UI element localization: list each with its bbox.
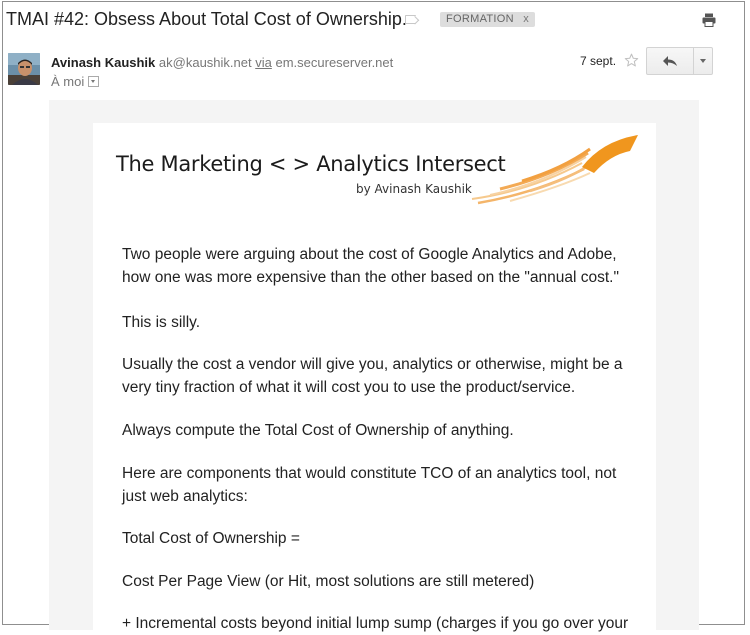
body-paragraph: Always compute the Total Cost of Ownersh… — [122, 422, 514, 439]
email-date: 7 sept. — [580, 54, 617, 68]
body-paragraph: Here are components that would constitut… — [122, 462, 642, 508]
sender-line: Avinash Kaushik ak@kaushik.net via em.se… — [51, 55, 393, 70]
caret-down-icon[interactable] — [88, 76, 100, 88]
body-text-line: very tiny fraction of what it will cost … — [122, 379, 576, 396]
newsletter-logo-swoosh — [471, 135, 638, 205]
recipient-line: À moi — [51, 74, 100, 89]
reply-button[interactable] — [647, 48, 693, 74]
label-chip-text: FORMATION — [446, 13, 514, 25]
star-outline-icon[interactable] — [624, 53, 639, 68]
reply-button-group — [646, 47, 713, 75]
body-paragraph: This is silly. — [122, 314, 201, 331]
reply-arrow-icon — [663, 56, 677, 66]
body-paragraph: Two people were arguing about the cost o… — [122, 243, 642, 289]
printer-icon[interactable] — [702, 13, 716, 27]
sender-email: ak@kaushik.net — [158, 55, 252, 70]
label-outline-icon[interactable] — [405, 15, 416, 24]
more-actions-button[interactable] — [694, 48, 713, 74]
body-text-line: how one was more expensive than the othe… — [122, 269, 619, 286]
body-paragraph: Usually the cost a vendor will give you,… — [122, 353, 642, 399]
via-domain: em.secureserver.net — [275, 55, 394, 70]
newsletter-byline: by Avinash Kaushik — [356, 182, 472, 196]
recipient-text: À moi — [51, 74, 85, 89]
newsletter-title: The Marketing < > Analytics Intersect — [116, 152, 506, 176]
body-paragraph: Total Cost of Ownership = — [122, 530, 300, 547]
avatar — [8, 53, 40, 85]
body-paragraph: + Incremental costs beyond initial lump … — [122, 615, 629, 632]
sender-name[interactable]: Avinash Kaushik — [51, 55, 155, 70]
body-text-line: just web analytics: — [122, 488, 248, 505]
body-text-line: Two people were arguing about the cost o… — [122, 246, 617, 263]
email-subject: TMAI #42: Obsess About Total Cost of Own… — [6, 9, 407, 29]
label-chip[interactable]: FORMATION x — [440, 12, 535, 27]
body-text-line: Here are components that would constitut… — [122, 465, 617, 482]
via-link[interactable]: via — [255, 55, 272, 70]
remove-label-button[interactable]: x — [523, 12, 529, 27]
body-text-line: Usually the cost a vendor will give you,… — [122, 356, 623, 373]
body-paragraph: Cost Per Page View (or Hit, most solutio… — [122, 573, 535, 590]
